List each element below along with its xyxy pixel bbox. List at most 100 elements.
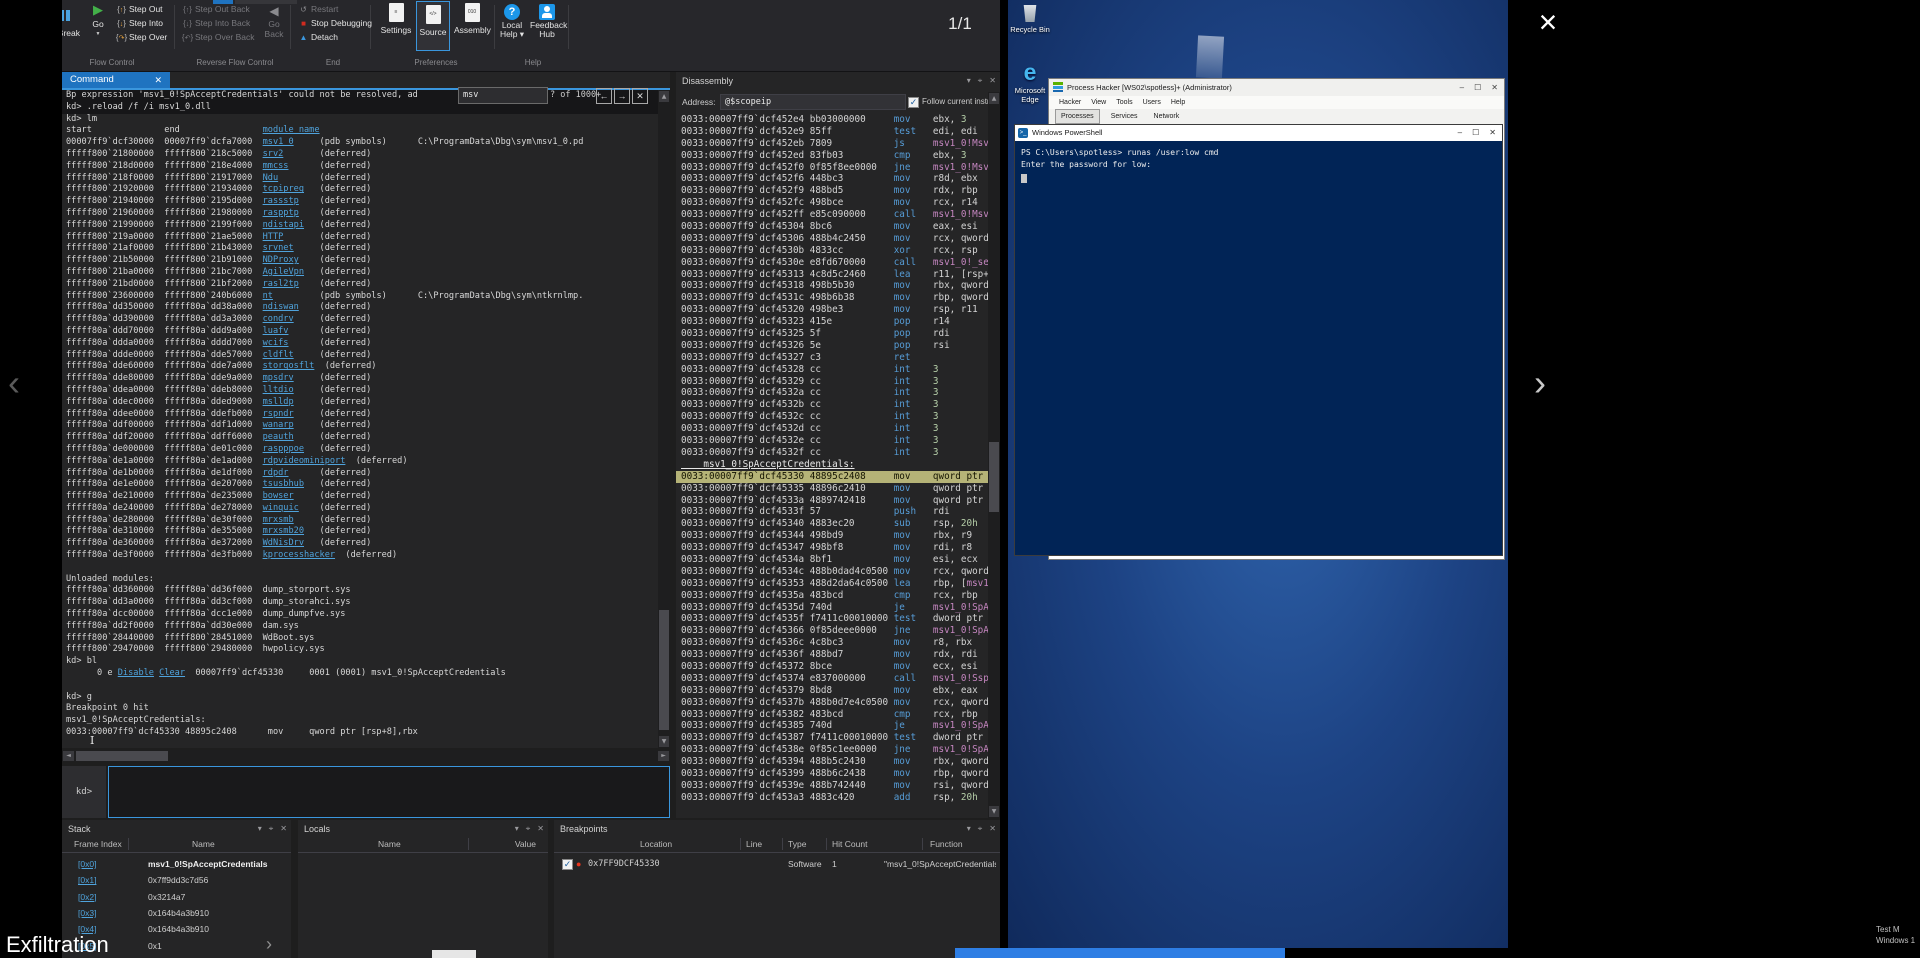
tab-command[interactable]: Command ✕ [62,72,170,88]
stack-frame-row[interactable]: [0x3]0x164b4a3b910 [62,905,291,921]
disasm-row[interactable]: 0033:00007ff9`dcf45372 8bce mov ecx, esi [676,661,988,673]
close-button[interactable]: × [1528,2,1568,42]
disasm-row[interactable]: 0033:00007ff9`dcf452e9 85ff test edi, ed… [676,126,988,138]
restart-button[interactable]: ↺Restart [296,3,338,16]
module-link[interactable]: tsusbhub [263,479,304,489]
maximize-icon[interactable]: ☐ [1472,128,1479,137]
module-link[interactable]: winquic [263,503,299,513]
edge-icon[interactable]: e Microsoft Edge [1006,60,1054,104]
disasm-row[interactable]: 0033:00007ff9`dcf45347 498bf8 mov rdi, r… [676,542,988,554]
module-name-header-link[interactable]: module name [263,125,320,135]
disasm-row[interactable]: 0033:00007ff9`dcf45374 e837000000 call m… [676,673,988,685]
address-input[interactable]: @$scopeip [720,94,906,110]
disasm-row[interactable]: 0033:00007ff9`dcf45320 498be3 mov rsp, r… [676,304,988,316]
scroll-down-icon[interactable]: ▼ [659,736,669,747]
disasm-row[interactable]: 0033:00007ff9`dcf452f6 448bc3 mov r8d, e… [676,173,988,185]
module-link[interactable]: raspptp [263,208,299,218]
module-link[interactable]: mmcss [263,161,289,171]
disasm-row[interactable]: 0033:00007ff9`dcf4531c 498b6b38 mov rbp,… [676,292,988,304]
disasm-row[interactable]: 0033:00007ff9`dcf4536f 488bd7 mov rdx, r… [676,649,988,661]
pin-icon[interactable]: ⌖ [978,76,983,85]
disasm-row[interactable]: 0033:00007ff9`dcf4530b 4833cc xor rcx, r… [676,245,988,257]
module-link[interactable]: rasl2tp [263,279,299,289]
module-link[interactable]: ndiswan [263,302,299,312]
disasm-row[interactable]: 0033:00007ff9`dcf4535a 483bcd cmp rcx, r… [676,590,988,602]
disassembly-listing[interactable]: 0033:00007ff9`dcf452e4 bb03000000 mov eb… [676,114,988,818]
chevron-down-icon[interactable]: ▾ [515,824,519,833]
close-icon[interactable]: ✕ [989,824,996,833]
disasm-row[interactable]: 0033:00007ff9`dcf45326 5e pop rsi [676,340,988,352]
breakpoint-disable-link[interactable]: Disable [118,668,154,678]
disasm-row[interactable]: 0033:00007ff9`dcf452e4 bb03000000 mov eb… [676,114,988,126]
menu-item-view[interactable]: View [1091,99,1106,106]
scroll-thumb[interactable] [76,751,168,761]
tab-network[interactable]: Network [1149,110,1185,123]
disasm-row[interactable]: 0033:00007ff9`dcf4537b 488b0d7e4c0500 mo… [676,697,988,709]
feedback-hub-button[interactable]: Feedback Hub [530,3,564,53]
go-button[interactable]: ▶ Go ▼ [86,2,110,52]
module-link[interactable]: luafv [263,326,289,336]
disasm-row[interactable]: 0033:00007ff9`dcf4535d 740d je msv1_0!Sp… [676,602,988,614]
tab-services[interactable]: Services [1106,110,1143,123]
disasm-row[interactable]: 0033:00007ff9`dcf45394 488b5c2430 mov rb… [676,756,988,768]
disassembly-vscrollbar[interactable]: ▲ ▼ [988,92,1000,818]
disasm-row[interactable]: 0033:00007ff9`dcf4532a cc int 3 [676,387,988,399]
module-link[interactable]: WdNisDrv [263,538,304,548]
stack-frame-row[interactable]: [0x0]msv1_0!SpAcceptCredentials [62,856,291,872]
close-icon[interactable]: ✕ [154,72,162,88]
find-next-icon[interactable]: → [614,88,630,104]
settings-button[interactable]: ≡ Settings [380,3,412,51]
module-link[interactable]: lltdio [263,385,294,395]
module-link[interactable]: mpsdrv [263,373,294,383]
module-link[interactable]: rdpdr [263,468,289,478]
powershell-titlebar[interactable]: >_ Windows PowerShell –☐✕ [1015,125,1502,141]
module-link[interactable]: AgileVpn [263,267,304,277]
kd-command-input[interactable] [108,766,670,818]
close-icon[interactable]: ✕ [537,824,544,833]
frame-index-link[interactable]: [0x3] [78,905,96,921]
disasm-row[interactable]: 0033:00007ff9`dcf4532f cc int 3 [676,447,988,459]
disasm-row[interactable]: 0033:00007ff9`dcf4530e e8fd670000 call m… [676,257,988,269]
scroll-right-icon[interactable]: ► [658,751,669,761]
disasm-row[interactable]: 0033:00007ff9`dcf452eb 7809 js msv1_0!Ms… [676,138,988,150]
find-close-icon[interactable]: ✕ [632,88,648,104]
disasm-row[interactable]: 0033:00007ff9`dcf45387 f7411c00010000 te… [676,732,988,744]
disasm-row[interactable]: 0033:00007ff9`dcf452ed 83fb03 cmp ebx, 3 [676,150,988,162]
disasm-row[interactable]: 0033:00007ff9`dcf45327 c3 ret [676,352,988,364]
module-link[interactable]: NDProxy [263,255,299,265]
disasm-row[interactable]: 0033:00007ff9`dcf4532d cc int 3 [676,423,988,435]
scroll-thumb[interactable] [989,442,999,512]
module-link[interactable]: wcifs [263,338,289,348]
module-link[interactable]: bowser [263,491,294,501]
previous-slide-button[interactable]: ‹ [8,362,20,404]
disasm-symbol-label[interactable]: msv1_0!SpAcceptCredentials: [676,459,988,471]
menu-item-help[interactable]: Help [1171,99,1185,106]
module-link[interactable]: condrv [263,314,294,324]
module-link[interactable]: raspppoe [263,444,304,454]
module-link[interactable]: srv2 [263,149,284,159]
menu-item-users[interactable]: Users [1143,99,1161,106]
step-out-button[interactable]: {↑}Step Out [114,3,163,16]
module-link[interactable]: wanarp [263,420,294,430]
close-icon[interactable]: ✕ [989,76,996,85]
disasm-row[interactable]: 0033:00007ff9`dcf45340 4883ec20 sub rsp,… [676,518,988,530]
disasm-row[interactable]: 0033:00007ff9`dcf4536c 4c8bc3 mov r8, rb… [676,637,988,649]
pin-icon[interactable]: ⌖ [526,824,531,833]
break-button[interactable]: Break [62,4,82,50]
module-link[interactable]: kprocesshacker [263,550,335,560]
disasm-row[interactable]: 0033:00007ff9`dcf45306 488b4c2450 mov rc… [676,233,988,245]
disasm-row[interactable]: 0033:00007ff9`dcf45366 0f85deee0000 jne … [676,625,988,637]
disasm-row[interactable]: 0033:00007ff9`dcf452fc 498bce mov rcx, r… [676,197,988,209]
module-link[interactable]: cldflt [263,350,294,360]
module-link[interactable]: rassstp [263,196,299,206]
disasm-row[interactable]: 0033:00007ff9`dcf45385 740d je msv1_0!Sp… [676,720,988,732]
scroll-up-icon[interactable]: ▲ [989,93,999,104]
frame-index-link[interactable]: [0x1] [78,872,96,888]
disasm-row[interactable]: 0033:00007ff9`dcf4534c 488b0dad4c0500 mo… [676,566,988,578]
pin-icon[interactable]: ⌖ [978,824,983,833]
disasm-row[interactable]: 0033:00007ff9`dcf45353 488d2da64c0500 le… [676,578,988,590]
stack-frame-row[interactable]: [0x1]0x7ff9dd3c7d56 [62,872,291,888]
disasm-row[interactable]: 0033:00007ff9`dcf45382 483bcd cmp rcx, r… [676,709,988,721]
module-link[interactable]: tcpipreg [263,184,304,194]
disasm-row[interactable]: 0033:00007ff9`dcf45325 5f pop rdi [676,328,988,340]
